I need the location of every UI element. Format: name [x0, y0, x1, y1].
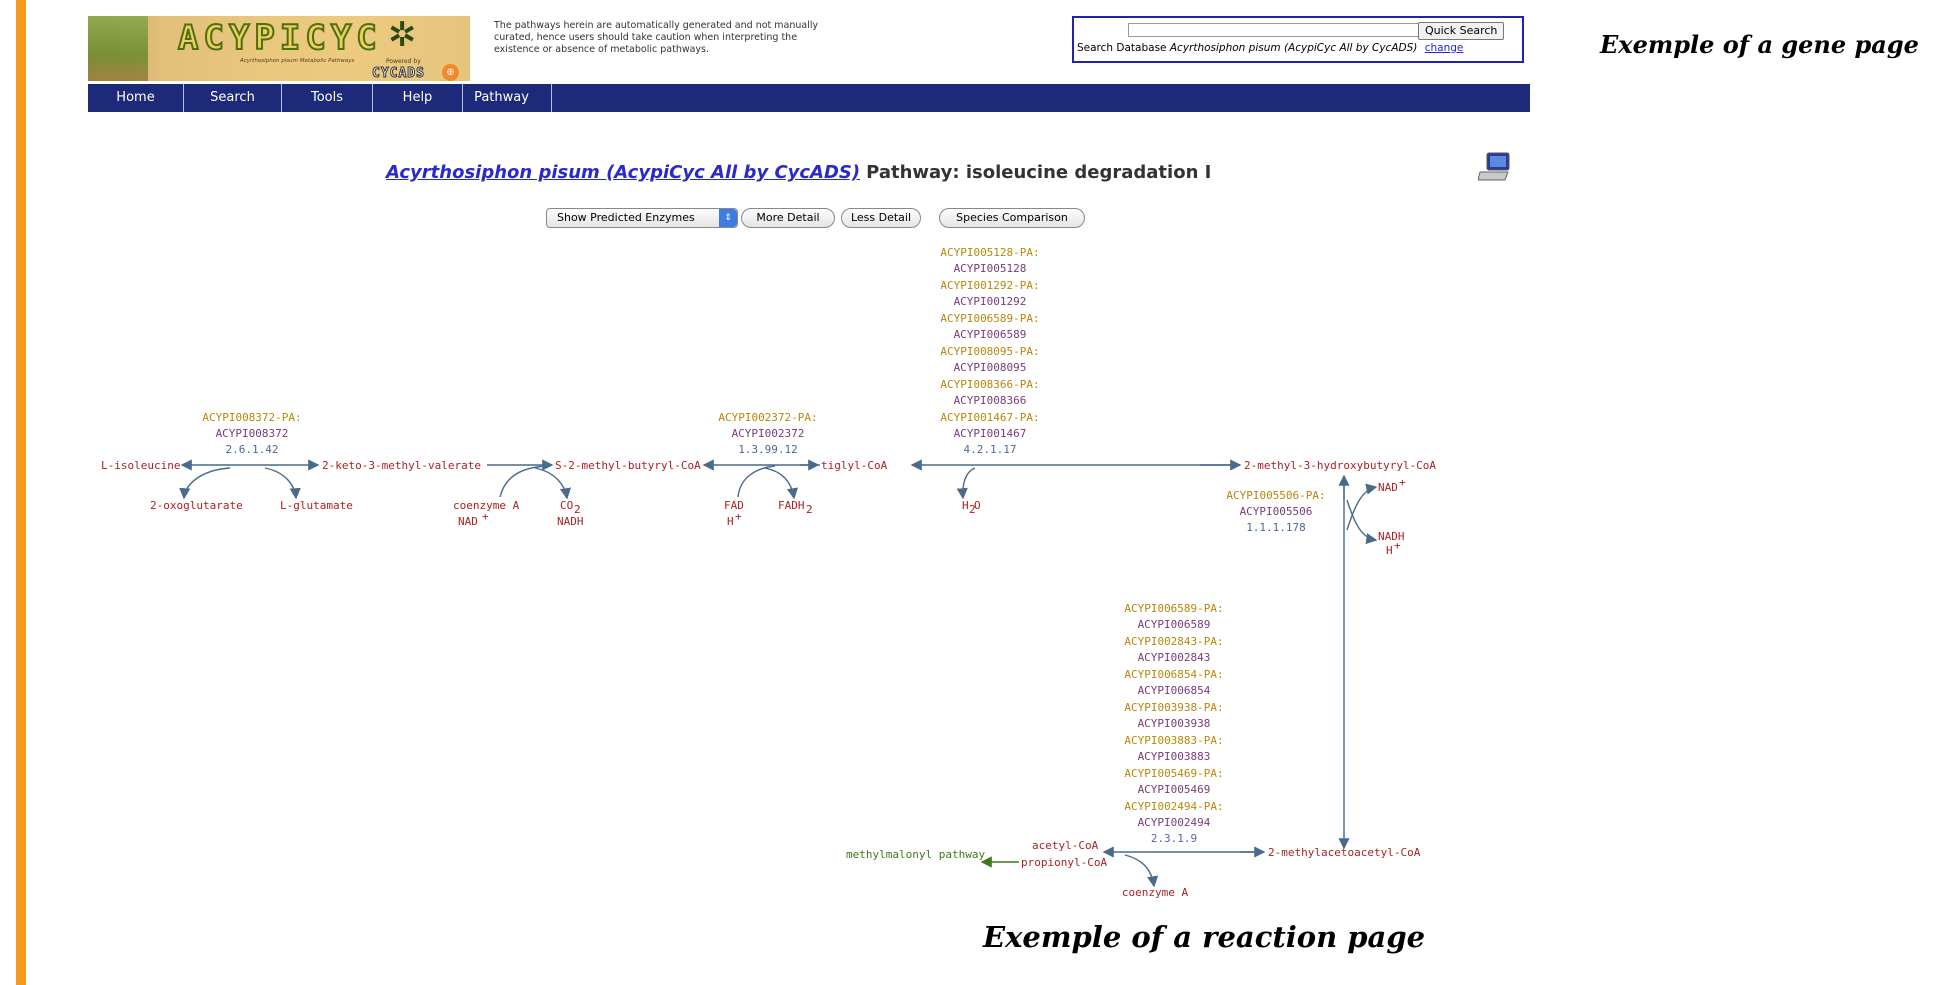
gene-id[interactable]: ACYPI006589: [954, 328, 1027, 341]
side-arrow: [956, 467, 976, 500]
side-compound[interactable]: H: [727, 515, 734, 528]
gene-id[interactable]: ACYPI005506: [1240, 505, 1313, 518]
gene-id[interactable]: ACYPI008372: [216, 427, 289, 440]
gene-label[interactable]: ACYPI003938-PA:: [1124, 701, 1223, 714]
side-arrow: [179, 467, 231, 500]
gene-label[interactable]: ACYPI002494-PA:: [1124, 800, 1223, 813]
gene-id[interactable]: ACYPI006589: [1138, 618, 1211, 631]
compound-s-methyl-butyryl-coa[interactable]: S-2-methyl-butyryl-CoA: [555, 459, 701, 472]
gene-label[interactable]: ACYPI001467-PA:: [940, 411, 1039, 424]
gene-id[interactable]: ACYPI003883: [1138, 750, 1211, 763]
gene-id[interactable]: ACYPI008095: [954, 361, 1027, 374]
ec-number[interactable]: 4.2.1.17: [964, 443, 1017, 456]
side-compound[interactable]: H: [962, 499, 969, 512]
compound-acetyl-coa[interactable]: acetyl-CoA: [1032, 839, 1099, 852]
ec-number[interactable]: 1.1.1.178: [1246, 521, 1306, 534]
side-compound[interactable]: CO: [560, 499, 573, 512]
gene-id[interactable]: ACYPI002843: [1138, 651, 1211, 664]
gene-id[interactable]: ACYPI006854: [1138, 684, 1211, 697]
gene-label[interactable]: ACYPI008372-PA:: [202, 411, 301, 424]
superscript: +: [1394, 539, 1401, 552]
side-compound[interactable]: NADH: [557, 515, 584, 528]
side-arrow: [1346, 499, 1378, 545]
gene-label[interactable]: ACYPI006589-PA:: [1124, 602, 1223, 615]
reaction-1-enzyme[interactable]: ACYPI008372-PA: ACYPI008372 2.6.1.42: [202, 411, 301, 456]
side-compound[interactable]: coenzyme A: [1122, 886, 1189, 899]
methylmalonyl-pathway-link[interactable]: methylmalonyl pathway: [846, 848, 985, 861]
gene-id[interactable]: ACYPI001292: [954, 295, 1027, 308]
gene-id[interactable]: ACYPI005128: [954, 262, 1027, 275]
gene-label[interactable]: ACYPI006589-PA:: [940, 312, 1039, 325]
side-arrow: [534, 467, 572, 500]
superscript: +: [1399, 476, 1406, 489]
side-compound[interactable]: O: [974, 499, 981, 512]
gene-label[interactable]: ACYPI008095-PA:: [940, 345, 1039, 358]
superscript: +: [735, 510, 742, 523]
compound-l-isoleucine[interactable]: L-isoleucine: [101, 459, 180, 472]
reaction-3-enzyme[interactable]: ACYPI002372-PA: ACYPI002372 1.3.99.12: [718, 411, 817, 456]
side-arrow: [499, 465, 546, 498]
reaction-4-enzyme[interactable]: ACYPI005128-PA: ACYPI005128 ACYPI001292-…: [940, 246, 1039, 456]
side-arrow: [737, 465, 776, 498]
gene-label[interactable]: ACYPI005128-PA:: [940, 246, 1039, 259]
side-compound[interactable]: 2-oxoglutarate: [150, 499, 243, 512]
compound-methyl-hydroxybutyryl-coa[interactable]: 2-methyl-3-hydroxybutyryl-CoA: [1244, 459, 1436, 472]
gene-id[interactable]: ACYPI002494: [1138, 816, 1211, 829]
ec-number[interactable]: 1.3.99.12: [738, 443, 798, 456]
gene-id[interactable]: ACYPI002372: [732, 427, 805, 440]
gene-id[interactable]: ACYPI008366: [954, 394, 1027, 407]
gene-label[interactable]: ACYPI006854-PA:: [1124, 668, 1223, 681]
reaction-page-caption: Exemple of a reaction page: [983, 920, 1426, 954]
ec-number[interactable]: 2.6.1.42: [226, 443, 279, 456]
gene-label[interactable]: ACYPI005469-PA:: [1124, 767, 1223, 780]
gene-label[interactable]: ACYPI002372-PA:: [718, 411, 817, 424]
superscript: +: [482, 510, 489, 523]
side-compound[interactable]: NAD: [1378, 481, 1398, 494]
side-compound[interactable]: FADH: [778, 499, 805, 512]
gene-label[interactable]: ACYPI003883-PA:: [1124, 734, 1223, 747]
side-arrow: [1124, 854, 1159, 888]
compound-propionyl-coa[interactable]: propionyl-CoA: [1021, 856, 1107, 869]
gene-id[interactable]: ACYPI001467: [954, 427, 1027, 440]
reaction-5-enzyme[interactable]: ACYPI005506-PA: ACYPI005506 1.1.1.178: [1226, 489, 1325, 534]
side-arrow: [764, 467, 799, 500]
side-compound[interactable]: L-glutamate: [280, 499, 353, 512]
side-arrow: [1346, 483, 1378, 531]
gene-label[interactable]: ACYPI008366-PA:: [940, 378, 1039, 391]
side-compound[interactable]: NAD: [458, 515, 478, 528]
gene-label[interactable]: ACYPI002843-PA:: [1124, 635, 1223, 648]
reaction-6-enzyme[interactable]: ACYPI006589-PA: ACYPI006589 ACYPI002843-…: [1124, 602, 1223, 845]
ec-number[interactable]: 2.3.1.9: [1151, 832, 1197, 845]
gene-id[interactable]: ACYPI003938: [1138, 717, 1211, 730]
compound-keto-methyl-valerate[interactable]: 2-keto-3-methyl-valerate: [322, 459, 481, 472]
side-arrow: [264, 467, 301, 500]
gene-label[interactable]: ACYPI005506-PA:: [1226, 489, 1325, 502]
compound-tiglyl-coa[interactable]: tiglyl-CoA: [821, 459, 888, 472]
gene-id[interactable]: ACYPI005469: [1138, 783, 1211, 796]
pathway-diagram: ACYPI008372-PA: ACYPI008372 2.6.1.42 L-i…: [101, 246, 1436, 899]
side-compound[interactable]: H: [1386, 544, 1393, 557]
gene-label[interactable]: ACYPI001292-PA:: [940, 279, 1039, 292]
compound-methylacetoacetyl-coa[interactable]: 2-methylacetoacetyl-CoA: [1268, 846, 1421, 859]
subscript: 2: [806, 503, 813, 516]
